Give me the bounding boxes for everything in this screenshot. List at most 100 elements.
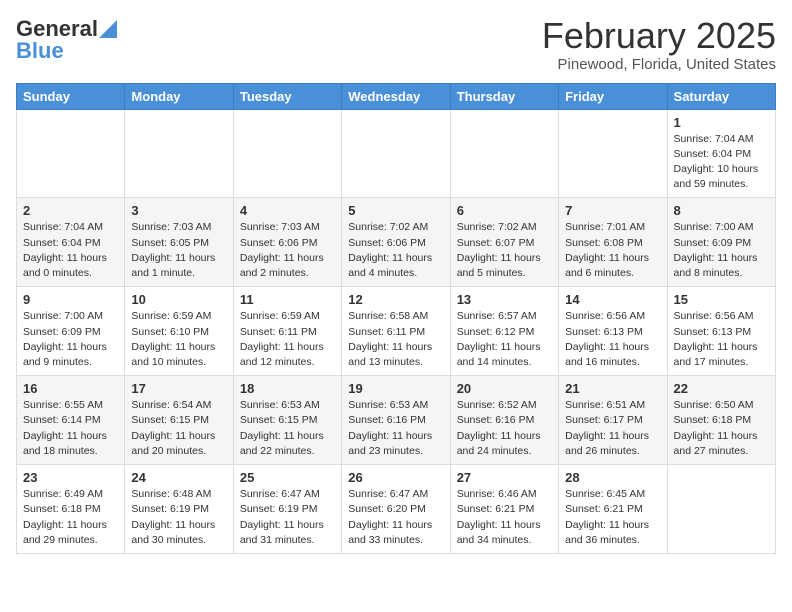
calendar-header-friday: Friday <box>559 83 667 109</box>
calendar-cell: 21 Sunrise: 6:51 AMSunset: 6:17 PMDayligh… <box>559 376 667 465</box>
calendar-cell: 17 Sunrise: 6:54 AMSunset: 6:15 PMDayligh… <box>125 376 233 465</box>
logo-icon <box>99 20 117 38</box>
calendar-cell <box>17 109 125 198</box>
day-number: 6 <box>457 203 552 218</box>
day-number: 9 <box>23 292 118 307</box>
day-info: Sunrise: 7:01 AMSunset: 6:08 PMDaylight:… <box>565 220 660 281</box>
calendar-header-row: SundayMondayTuesdayWednesdayThursdayFrid… <box>17 83 776 109</box>
day-number: 16 <box>23 381 118 396</box>
calendar-cell: 27 Sunrise: 6:46 AMSunset: 6:21 PMDayligh… <box>450 465 558 554</box>
calendar-cell: 1Sunrise: 7:04 AMSunset: 6:04 PMDaylight… <box>667 109 775 198</box>
day-number: 18 <box>240 381 335 396</box>
day-number: 12 <box>348 292 443 307</box>
day-info: Sunrise: 6:47 AMSunset: 6:19 PMDaylight:… <box>240 487 335 548</box>
calendar-cell <box>450 109 558 198</box>
day-number: 8 <box>674 203 769 218</box>
calendar-cell: 3 Sunrise: 7:03 AMSunset: 6:05 PMDaylight… <box>125 198 233 287</box>
calendar-cell: 8 Sunrise: 7:00 AMSunset: 6:09 PMDaylight… <box>667 198 775 287</box>
day-number: 22 <box>674 381 769 396</box>
day-number: 15 <box>674 292 769 307</box>
day-number: 17 <box>131 381 226 396</box>
day-info: Sunrise: 6:59 AMSunset: 6:10 PMDaylight:… <box>131 309 226 370</box>
calendar-cell: 10Sunrise: 6:59 AMSunset: 6:10 PMDayligh… <box>125 287 233 376</box>
day-info: Sunrise: 6:51 AMSunset: 6:17 PMDaylight:… <box>565 398 660 459</box>
calendar-week-5: 23Sunrise: 6:49 AMSunset: 6:18 PMDayligh… <box>17 465 776 554</box>
day-info: Sunrise: 7:00 AMSunset: 6:09 PMDaylight:… <box>674 220 769 281</box>
day-number: 25 <box>240 470 335 485</box>
calendar-cell: 4 Sunrise: 7:03 AMSunset: 6:06 PMDaylight… <box>233 198 341 287</box>
calendar-header-wednesday: Wednesday <box>342 83 450 109</box>
day-info: Sunrise: 6:54 AMSunset: 6:15 PMDaylight:… <box>131 398 226 459</box>
day-number: 24 <box>131 470 226 485</box>
calendar-cell: 22 Sunrise: 6:50 AMSunset: 6:18 PMDayligh… <box>667 376 775 465</box>
day-info: Sunrise: 7:03 AMSunset: 6:05 PMDaylight:… <box>131 220 226 281</box>
day-number: 19 <box>348 381 443 396</box>
calendar-cell: 24 Sunrise: 6:48 AMSunset: 6:19 PMDayligh… <box>125 465 233 554</box>
day-info: Sunrise: 6:48 AMSunset: 6:19 PMDaylight:… <box>131 487 226 548</box>
day-info: Sunrise: 6:59 AMSunset: 6:11 PMDaylight:… <box>240 309 335 370</box>
calendar-cell <box>125 109 233 198</box>
calendar-cell: 23Sunrise: 6:49 AMSunset: 6:18 PMDayligh… <box>17 465 125 554</box>
day-info: Sunrise: 6:55 AMSunset: 6:14 PMDaylight:… <box>23 398 118 459</box>
logo: General Blue <box>16 16 117 64</box>
day-number: 26 <box>348 470 443 485</box>
calendar-cell: 11 Sunrise: 6:59 AMSunset: 6:11 PMDayligh… <box>233 287 341 376</box>
day-info: Sunrise: 6:56 AMSunset: 6:13 PMDaylight:… <box>674 309 769 370</box>
day-number: 7 <box>565 203 660 218</box>
calendar-cell: 13Sunrise: 6:57 AMSunset: 6:12 PMDayligh… <box>450 287 558 376</box>
calendar-cell: 15 Sunrise: 6:56 AMSunset: 6:13 PMDayligh… <box>667 287 775 376</box>
calendar-cell: 26 Sunrise: 6:47 AMSunset: 6:20 PMDayligh… <box>342 465 450 554</box>
day-number: 2 <box>23 203 118 218</box>
calendar-cell: 28 Sunrise: 6:45 AMSunset: 6:21 PMDayligh… <box>559 465 667 554</box>
day-info: Sunrise: 6:47 AMSunset: 6:20 PMDaylight:… <box>348 487 443 548</box>
calendar-header-monday: Monday <box>125 83 233 109</box>
calendar-header-thursday: Thursday <box>450 83 558 109</box>
day-info: Sunrise: 6:53 AMSunset: 6:16 PMDaylight:… <box>348 398 443 459</box>
day-info: Sunrise: 6:52 AMSunset: 6:16 PMDaylight:… <box>457 398 552 459</box>
day-info: Sunrise: 6:50 AMSunset: 6:18 PMDaylight:… <box>674 398 769 459</box>
calendar-cell: 19 Sunrise: 6:53 AMSunset: 6:16 PMDayligh… <box>342 376 450 465</box>
day-number: 4 <box>240 203 335 218</box>
day-number: 5 <box>348 203 443 218</box>
logo-blue-text: Blue <box>16 38 64 64</box>
calendar-week-3: 9Sunrise: 7:00 AMSunset: 6:09 PMDaylight… <box>17 287 776 376</box>
day-number: 23 <box>23 470 118 485</box>
day-info: Sunrise: 6:58 AMSunset: 6:11 PMDaylight:… <box>348 309 443 370</box>
calendar-cell: 9Sunrise: 7:00 AMSunset: 6:09 PMDaylight… <box>17 287 125 376</box>
location-title: Pinewood, Florida, United States <box>542 56 776 73</box>
day-number: 13 <box>457 292 552 307</box>
calendar-week-1: 1Sunrise: 7:04 AMSunset: 6:04 PMDaylight… <box>17 109 776 198</box>
day-info: Sunrise: 7:04 AMSunset: 6:04 PMDaylight:… <box>23 220 118 281</box>
calendar-cell: 6 Sunrise: 7:02 AMSunset: 6:07 PMDaylight… <box>450 198 558 287</box>
day-info: Sunrise: 6:56 AMSunset: 6:13 PMDaylight:… <box>565 309 660 370</box>
calendar-cell: 16 Sunrise: 6:55 AMSunset: 6:14 PMDayligh… <box>17 376 125 465</box>
month-title: February 2025 <box>542 16 776 56</box>
title-block: February 2025 Pinewood, Florida, United … <box>542 16 776 73</box>
day-info: Sunrise: 6:46 AMSunset: 6:21 PMDaylight:… <box>457 487 552 548</box>
header: General Blue February 2025 Pinewood, Flo… <box>16 16 776 73</box>
calendar-cell <box>342 109 450 198</box>
day-info: Sunrise: 7:03 AMSunset: 6:06 PMDaylight:… <box>240 220 335 281</box>
calendar-cell: 25 Sunrise: 6:47 AMSunset: 6:19 PMDayligh… <box>233 465 341 554</box>
calendar-header-tuesday: Tuesday <box>233 83 341 109</box>
calendar-cell <box>667 465 775 554</box>
calendar-week-2: 2 Sunrise: 7:04 AMSunset: 6:04 PMDaylight… <box>17 198 776 287</box>
page-container: General Blue February 2025 Pinewood, Flo… <box>0 0 792 562</box>
calendar-cell: 2 Sunrise: 7:04 AMSunset: 6:04 PMDaylight… <box>17 198 125 287</box>
day-info: Sunrise: 6:45 AMSunset: 6:21 PMDaylight:… <box>565 487 660 548</box>
day-info: Sunrise: 7:02 AMSunset: 6:06 PMDaylight:… <box>348 220 443 281</box>
calendar-cell: 20Sunrise: 6:52 AMSunset: 6:16 PMDayligh… <box>450 376 558 465</box>
day-number: 11 <box>240 292 335 307</box>
day-number: 21 <box>565 381 660 396</box>
day-info: Sunrise: 6:53 AMSunset: 6:15 PMDaylight:… <box>240 398 335 459</box>
calendar-header-sunday: Sunday <box>17 83 125 109</box>
day-number: 3 <box>131 203 226 218</box>
calendar-cell: 12 Sunrise: 6:58 AMSunset: 6:11 PMDayligh… <box>342 287 450 376</box>
day-number: 27 <box>457 470 552 485</box>
day-number: 28 <box>565 470 660 485</box>
day-number: 1 <box>674 115 769 130</box>
calendar-header-saturday: Saturday <box>667 83 775 109</box>
calendar-cell <box>559 109 667 198</box>
calendar-cell: 7 Sunrise: 7:01 AMSunset: 6:08 PMDaylight… <box>559 198 667 287</box>
day-info: Sunrise: 7:02 AMSunset: 6:07 PMDaylight:… <box>457 220 552 281</box>
